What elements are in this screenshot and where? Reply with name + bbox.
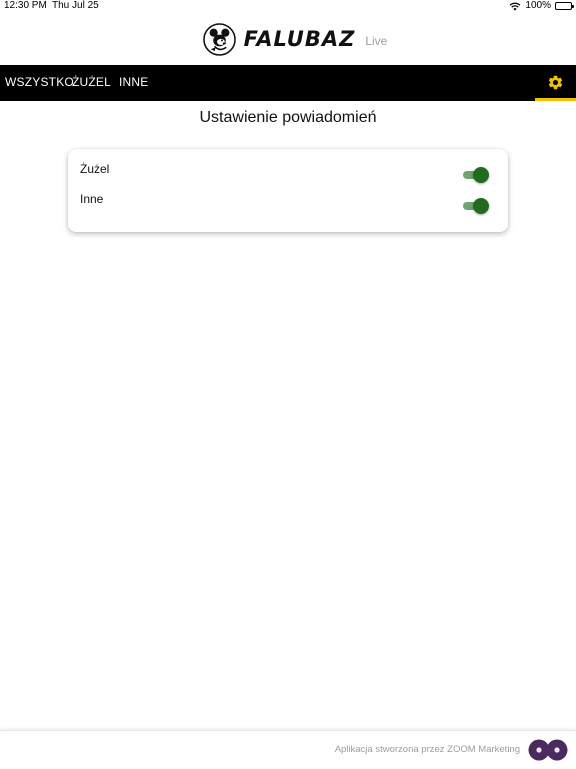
footer: Aplikacja stworzona przez ZOOM Marketing	[0, 730, 576, 769]
tab-wszystko[interactable]: WSZYSTKO	[5, 65, 74, 101]
logo-wordmark: FALUBAZ	[243, 27, 356, 51]
mouse-mascot-icon	[202, 22, 236, 56]
app-logo: FALUBAZ Live	[202, 22, 388, 56]
tab-zuzel[interactable]: ŻUŻEL	[72, 65, 111, 101]
setting-label-zuzel: Żużel	[80, 162, 110, 176]
toggle-inne[interactable]	[463, 198, 489, 214]
logo-live-label: Live	[365, 34, 388, 48]
status-time: 12:30 PM	[4, 0, 47, 11]
zoom-logo-icon[interactable]	[528, 739, 568, 761]
tab-inne[interactable]: INNE	[119, 65, 148, 101]
toggle-zuzel[interactable]	[463, 167, 489, 183]
toggle-thumb	[473, 198, 489, 214]
page-title: Ustawienie powiadomień	[199, 109, 377, 126]
gear-icon	[548, 75, 563, 90]
status-date: Thu Jul 25	[52, 0, 99, 11]
active-tab-indicator	[535, 98, 576, 101]
setting-label-inne: Inne	[80, 192, 104, 206]
footer-credit[interactable]: Aplikacja stworzona przez ZOOM Marketing	[335, 744, 520, 755]
status-bar: 12:30 PM Thu Jul 25 100%	[0, 0, 576, 13]
battery-percent: 100%	[525, 0, 551, 11]
category-nav: WSZYSTKO ŻUŻEL INNE	[0, 65, 576, 101]
status-right: 100%	[509, 0, 574, 12]
toggle-thumb	[473, 167, 489, 183]
notification-settings-card: Żużel Inne	[68, 149, 508, 232]
battery-icon	[555, 2, 574, 10]
app-header: FALUBAZ Live	[0, 13, 576, 65]
tab-settings[interactable]	[535, 65, 576, 101]
wifi-icon	[509, 2, 521, 11]
